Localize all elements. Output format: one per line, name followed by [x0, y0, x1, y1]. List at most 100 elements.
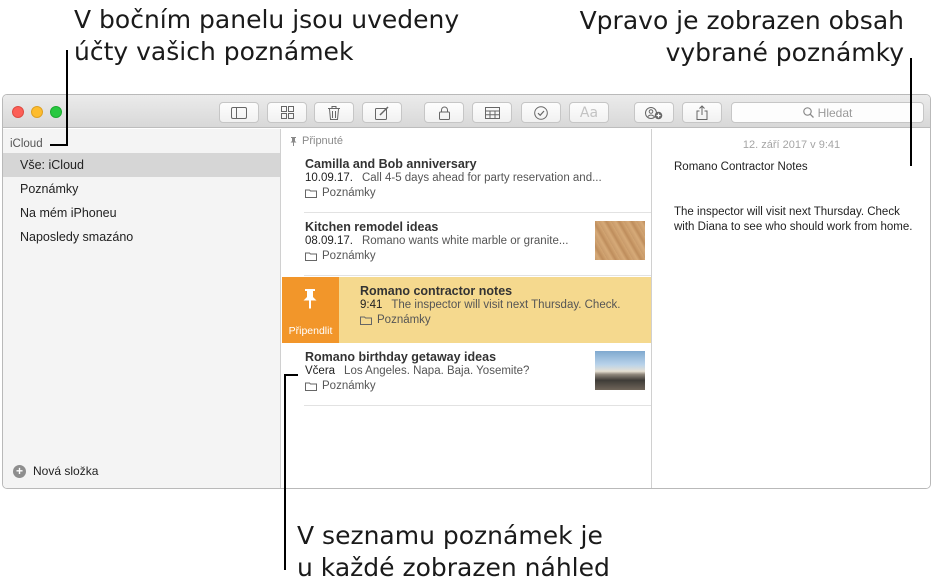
sidebar-item-label: Vše: iCloud: [20, 158, 84, 172]
note-date: 9:41: [360, 299, 383, 311]
note-title: Romano birthday getaway ideas: [305, 350, 497, 364]
lock-icon: [438, 106, 450, 120]
table-icon: [484, 106, 500, 119]
sidebar-item-on-my-iphone[interactable]: Na mém iPhoneu: [3, 201, 280, 225]
note-folder-label: Poznámky: [322, 250, 376, 262]
sidebar-item-recently-deleted[interactable]: Naposledy smazáno: [3, 225, 280, 249]
callout-line: účty vašich poznámek: [74, 37, 354, 66]
callout-sidebar: V bočním panelu jsou uvedeny účty vašich…: [74, 4, 459, 68]
note-folder: Poznámky: [305, 187, 376, 199]
callout-leader-line: [50, 144, 68, 146]
note-date: 10.09.17.: [305, 172, 353, 184]
account-header: iCloud: [10, 138, 43, 150]
lock-button[interactable]: [424, 102, 464, 123]
search-field[interactable]: Hledat: [731, 102, 924, 123]
note-list-item-selected[interactable]: Připendlit Romano contractor notes 9:41 T…: [282, 277, 651, 343]
beach-thumbnail: [595, 351, 645, 390]
sidebar-item-label: Naposledy smazáno: [20, 230, 134, 244]
notes-window: Aa Hledat iCloud Vše: iCloud Poznámky Na…: [2, 94, 931, 489]
callout-leader-line: [910, 58, 912, 166]
search-icon: [802, 107, 814, 118]
format-text-icon: Aa: [579, 104, 599, 121]
share-icon: [696, 105, 708, 120]
note-date: Včera: [305, 365, 336, 377]
pin-action-label: Připendlit: [288, 325, 333, 337]
sidebar-icon: [231, 106, 247, 119]
table-button[interactable]: [472, 102, 512, 123]
checklist-button[interactable]: [521, 102, 561, 123]
note-preview: 08.09.17. Romano wants white marble or gr…: [305, 235, 568, 247]
callout-leader-line: [284, 374, 298, 376]
checklist-icon: [534, 105, 548, 120]
new-note-button[interactable]: [362, 102, 402, 123]
close-window-button[interactable]: [12, 106, 24, 118]
callout-line: u každé zobrazen náhled: [297, 553, 610, 582]
gallery-view-button[interactable]: [267, 102, 307, 123]
note-folder: Poznámky: [305, 380, 376, 392]
note-preview: Včera Los Angeles. Napa. Baja. Yosemite?: [305, 365, 529, 377]
callout-line: V bočním panelu jsou uvedeny: [74, 5, 460, 34]
note-date: 08.09.17.: [305, 235, 353, 247]
note-folder-label: Poznámky: [322, 187, 376, 199]
note-timestamp: 12. září 2017 v 9:41: [742, 139, 841, 151]
folder-icon: [305, 189, 317, 198]
toolbar: Aa Hledat: [3, 95, 930, 128]
pin-icon: [290, 136, 297, 146]
pin-icon: [303, 289, 317, 309]
note-list: Připnuté Camilla and Bob anniversary 10.…: [282, 129, 652, 488]
callout-line: V seznamu poznámek je: [297, 521, 603, 550]
note-detail-pane[interactable]: 12. září 2017 v 9:41 Romano Contractor N…: [653, 129, 930, 488]
note-title: Camilla and Bob anniversary: [305, 157, 477, 171]
pinned-label: Připnuté: [302, 135, 343, 147]
delete-button[interactable]: [314, 102, 354, 123]
note-title: Romano contractor notes: [360, 284, 513, 298]
sidebar-item-label: Na mém iPhoneu: [20, 206, 117, 220]
zoom-window-button[interactable]: [50, 106, 62, 118]
toggle-sidebar-button[interactable]: [219, 102, 259, 123]
format-button[interactable]: Aa: [569, 102, 609, 123]
callout-leader-line: [66, 50, 68, 146]
callout-detail: Vpravo je zobrazen obsah vybrané poznámk…: [580, 5, 904, 69]
note-snippet: Call 4-5 days ahead for party reservatio…: [361, 172, 602, 184]
sidebar-item-all-icloud[interactable]: Vše: iCloud: [3, 153, 280, 177]
minimize-window-button[interactable]: [31, 106, 43, 118]
note-preview: 9:41 The inspector will visit next Thursd…: [360, 299, 620, 311]
callout-notelist: V seznamu poznámek je u každé zobrazen n…: [297, 520, 610, 584]
note-snippet: Los Angeles. Napa. Baja. Yosemite?: [344, 365, 530, 377]
note-snippet: Romano wants white marble or granite...: [361, 235, 569, 247]
note-title: Kitchen remodel ideas: [305, 220, 439, 234]
sidebar: iCloud Vše: iCloud Poznámky Na mém iPhon…: [3, 129, 281, 488]
note-folder: Poznámky: [360, 314, 431, 326]
sidebar-item-notes[interactable]: Poznámky: [3, 177, 280, 201]
add-people-button[interactable]: [634, 102, 674, 123]
callout-line: Vpravo je zobrazen obsah: [579, 6, 904, 35]
wood-floor-thumbnail: [595, 221, 645, 260]
gallery-icon: [280, 106, 294, 119]
search-placeholder: Hledat: [817, 105, 853, 120]
note-folder-label: Poznámky: [377, 314, 431, 326]
note-list-item[interactable]: Romano birthday getaway ideas Včera Los A…: [304, 343, 651, 406]
pinned-section-header: Připnuté: [290, 135, 343, 147]
trash-icon: [328, 105, 340, 120]
compose-icon: [375, 105, 389, 120]
new-folder-label: Nová složka: [33, 464, 99, 478]
folder-icon: [305, 252, 317, 261]
note-list-item[interactable]: Camilla and Bob anniversary 10.09.17. Cal…: [304, 150, 651, 213]
folder-icon: [305, 382, 317, 391]
note-body: The inspector will visit next Thursday. …: [674, 206, 913, 233]
pin-swipe-action[interactable]: Připendlit: [282, 277, 339, 343]
callout-line: vybrané poznámky: [665, 38, 904, 67]
new-folder-button[interactable]: + Nová složka: [13, 464, 98, 478]
note-list-item[interactable]: Kitchen remodel ideas 08.09.17. Romano wa…: [304, 213, 651, 276]
share-button[interactable]: [682, 102, 722, 123]
folder-icon: [360, 316, 372, 325]
note-snippet: The inspector will visit next Thursday. …: [391, 299, 621, 311]
note-folder: Poznámky: [305, 250, 376, 262]
sidebar-item-label: Poznámky: [20, 182, 79, 196]
callout-leader-line: [284, 374, 286, 570]
note-folder-label: Poznámky: [322, 380, 376, 392]
plus-circle-icon: +: [13, 464, 26, 478]
note-preview: 10.09.17. Call 4-5 days ahead for party r…: [305, 172, 602, 184]
add-people-icon: [645, 106, 663, 119]
note-heading: Romano Contractor Notes: [674, 161, 808, 173]
